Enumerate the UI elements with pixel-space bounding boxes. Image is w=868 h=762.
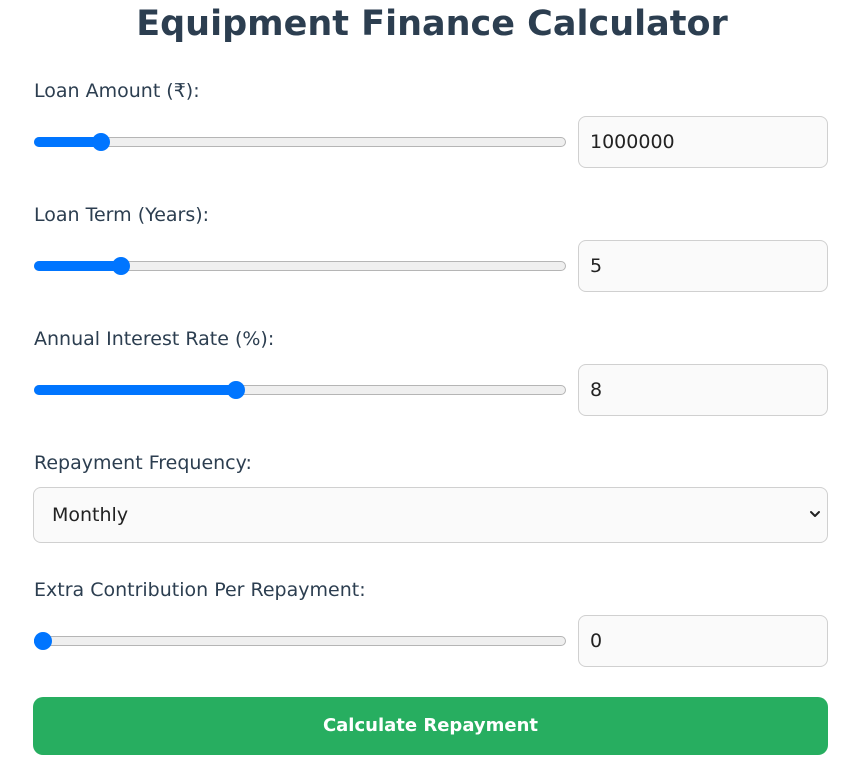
slider-thumb[interactable]: [227, 381, 246, 399]
slider-track: [34, 137, 566, 147]
extra-contribution-label: Extra Contribution Per Repayment:: [34, 579, 366, 601]
slider-thumb[interactable]: [112, 257, 131, 275]
extra-contribution-slider[interactable]: [34, 631, 566, 651]
loan-term-slider[interactable]: [34, 256, 566, 276]
slider-thumb[interactable]: [92, 133, 111, 151]
loan-term-input[interactable]: 5: [578, 240, 828, 292]
calculator-page: Equipment Finance Calculator Loan Amount…: [0, 0, 868, 762]
loan-amount-input[interactable]: 1000000: [578, 116, 828, 168]
repayment-frequency-selected: Monthly: [52, 504, 129, 526]
interest-rate-label: Annual Interest Rate (%):: [34, 328, 275, 350]
loan-term-label: Loan Term (Years):: [34, 204, 210, 226]
slider-thumb[interactable]: [34, 632, 52, 650]
interest-rate-slider[interactable]: [34, 380, 566, 400]
repayment-frequency-select[interactable]: Monthly: [33, 487, 828, 543]
slider-fill: [34, 261, 122, 271]
loan-amount-label: Loan Amount (₹):: [34, 80, 200, 102]
calculate-repayment-button[interactable]: Calculate Repayment: [33, 697, 828, 755]
loan-amount-slider[interactable]: [34, 132, 566, 152]
slider-fill: [34, 137, 102, 147]
slider-fill: [34, 385, 237, 395]
slider-track: [34, 636, 566, 646]
repayment-frequency-label: Repayment Frequency:: [34, 452, 252, 474]
interest-rate-input[interactable]: 8: [578, 364, 828, 416]
chevron-down-icon: [810, 511, 820, 517]
extra-contribution-input[interactable]: 0: [578, 615, 828, 667]
page-title: Equipment Finance Calculator: [136, 4, 728, 44]
